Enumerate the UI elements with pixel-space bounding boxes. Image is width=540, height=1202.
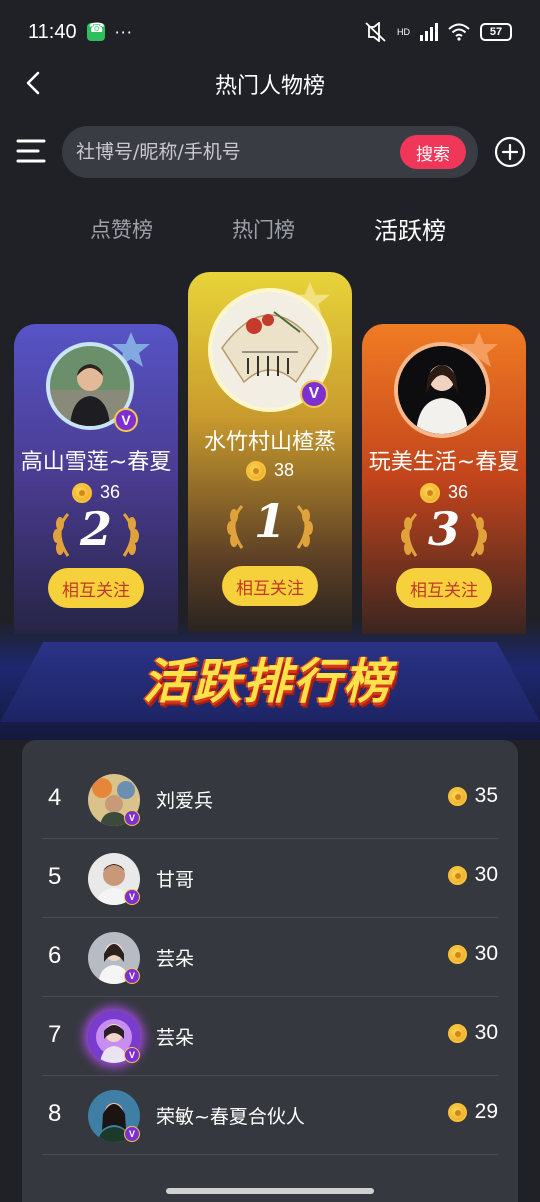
- podium-score: 38: [188, 460, 352, 481]
- coin-icon: [245, 460, 266, 481]
- verified-badge-icon: V: [124, 1047, 140, 1063]
- list-item[interactable]: 5 V 甘哥 30: [42, 839, 498, 918]
- status-time: 11:40: [28, 20, 77, 43]
- search-input[interactable]: [76, 126, 396, 178]
- rank-number: 3: [427, 502, 460, 556]
- ranking-list: 4 V 刘爱兵 35 5 V 甘哥 30 6 V 芸朵 30 7 V 芸朵 30…: [22, 740, 518, 1202]
- user-score: 30: [447, 863, 498, 887]
- page-title: 热门人物榜: [214, 74, 325, 99]
- rank-number: 2: [79, 502, 112, 556]
- score-value: 30: [474, 863, 498, 886]
- follow-button[interactable]: 相互关注: [222, 566, 318, 606]
- user-name: 甘哥: [156, 869, 195, 891]
- phone-call-icon: [86, 21, 105, 41]
- user-name: 芸朵: [156, 1027, 195, 1049]
- ranking-tabs: 点赞榜 热门榜 活跃榜: [0, 208, 540, 252]
- list-item[interactable]: 4 V 刘爱兵 35: [42, 760, 498, 839]
- verified-badge-icon: V: [300, 380, 328, 408]
- coin-icon: [447, 1023, 467, 1043]
- verified-badge-icon: V: [124, 968, 140, 984]
- podium-score: 36: [14, 482, 178, 503]
- coin-icon: [71, 482, 92, 503]
- user-score: 29: [447, 1100, 498, 1124]
- score-value: 36: [447, 482, 469, 502]
- podium-card-rank-1[interactable]: V 水竹村山楂蒸 38 1 相互关注: [188, 272, 352, 632]
- user-name: 刘爱兵: [156, 790, 214, 812]
- search-button[interactable]: 搜索: [400, 135, 466, 169]
- menu-icon[interactable]: [16, 138, 46, 164]
- score-value: 36: [99, 482, 121, 502]
- tab-likes[interactable]: 点赞榜: [90, 214, 153, 244]
- rank-number: 8: [48, 1100, 62, 1127]
- list-item[interactable]: 8 V 荣敏~春夏合伙人 29: [42, 1076, 498, 1155]
- top-bar: 热门人物榜: [0, 60, 540, 106]
- follow-button[interactable]: 相互关注: [48, 568, 144, 608]
- user-name: 荣敏~春夏合伙人: [156, 1106, 305, 1128]
- score-value: 38: [273, 460, 295, 480]
- leaderboard-banner: 活跃排行榜: [118, 638, 418, 712]
- add-icon[interactable]: [494, 136, 526, 168]
- podium-name: 高山雪莲~春夏: [20, 450, 172, 475]
- rank-number: 6: [48, 942, 62, 969]
- user-name: 芸朵: [156, 948, 195, 970]
- user-score: 30: [447, 1021, 498, 1045]
- wifi-icon: [448, 23, 470, 41]
- coin-icon: [447, 1102, 467, 1122]
- verified-badge-icon: V: [124, 889, 140, 905]
- coin-icon: [447, 865, 467, 885]
- status-bar: 11:40 ··· HD 57: [0, 0, 540, 64]
- score-value: 30: [474, 942, 498, 965]
- score-value: 30: [474, 1021, 498, 1044]
- podium-card-rank-2[interactable]: V 高山雪莲~春夏 36 2 相互关注: [14, 324, 178, 634]
- verified-badge-icon: V: [124, 1126, 140, 1142]
- podium-card-rank-3[interactable]: 玩美生活~春夏 36 3 相互关注: [362, 324, 526, 634]
- hd-label: HD: [397, 27, 410, 37]
- follow-button[interactable]: 相互关注: [396, 568, 492, 608]
- score-value: 29: [474, 1100, 498, 1123]
- verified-badge-icon: V: [124, 810, 140, 826]
- mute-icon: [365, 22, 386, 42]
- tab-hot[interactable]: 热门榜: [232, 214, 295, 244]
- coin-icon: [419, 482, 440, 503]
- search-box: 搜索: [62, 126, 478, 178]
- coin-icon: [447, 786, 467, 806]
- search-row: 搜索: [0, 126, 540, 178]
- list-item[interactable]: 6 V 芸朵 30: [42, 918, 498, 997]
- list-item[interactable]: 7 V 芸朵 30: [42, 997, 498, 1076]
- rank-number: 1: [253, 494, 286, 548]
- rank-number: 5: [48, 863, 62, 890]
- podium-name: 水竹村山楂蒸: [203, 430, 336, 455]
- avatar[interactable]: [394, 342, 490, 438]
- user-score: 35: [447, 784, 498, 808]
- score-value: 35: [474, 784, 498, 807]
- rank-number: 7: [48, 1021, 62, 1048]
- more-notifications-icon: ···: [114, 22, 133, 42]
- user-score: 30: [447, 942, 498, 966]
- signal-icon: [420, 23, 438, 41]
- tab-active[interactable]: 活跃榜: [374, 211, 446, 246]
- rank-number: 4: [48, 784, 62, 811]
- banner-title: 活跃排行榜: [142, 654, 393, 710]
- podium-name: 玩美生活~春夏: [368, 450, 520, 475]
- verified-badge-icon: V: [114, 408, 138, 432]
- home-indicator[interactable]: [166, 1188, 374, 1194]
- coin-icon: [447, 944, 467, 964]
- podium-score: 36: [362, 482, 526, 503]
- battery-icon: 57: [480, 23, 512, 41]
